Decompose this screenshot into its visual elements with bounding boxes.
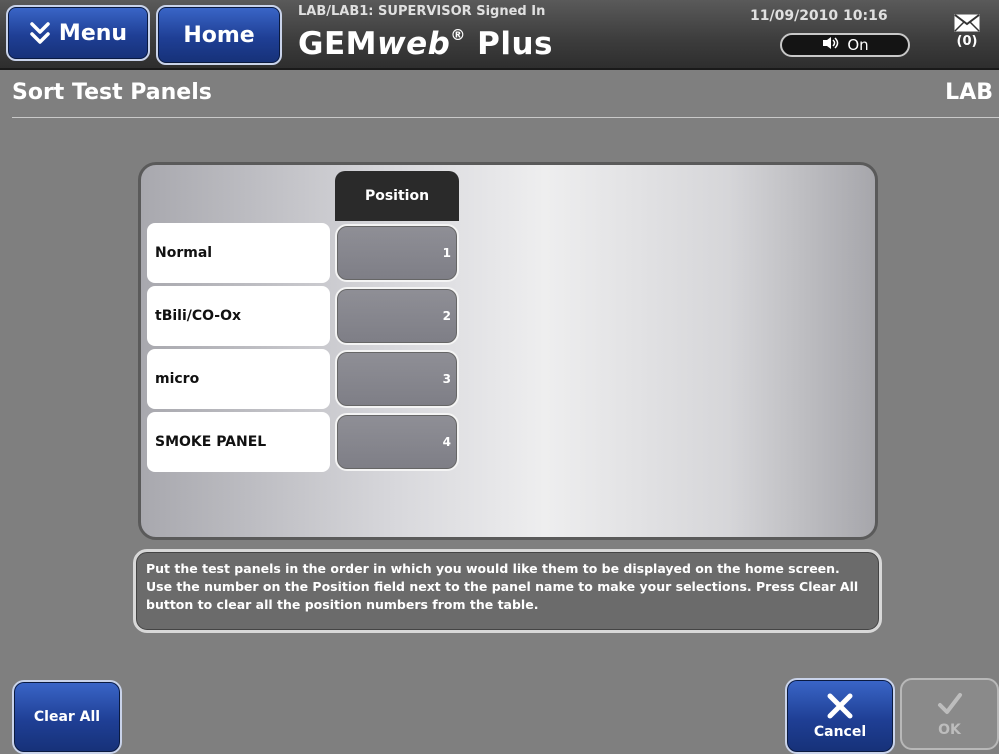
cancel-label: Cancel xyxy=(813,724,867,740)
envelope-icon xyxy=(944,14,990,32)
close-icon xyxy=(826,692,854,724)
brand-prefix: GEM xyxy=(298,26,377,62)
position-field[interactable]: 3 xyxy=(335,350,459,408)
home-button-label: Home xyxy=(183,22,255,48)
panel-name: Normal xyxy=(147,223,330,283)
clear-all-label: Clear All xyxy=(33,709,101,725)
table-row: Normal 1 xyxy=(147,223,597,283)
instructions-box: Put the test panels in the order in whic… xyxy=(133,549,882,633)
position-field[interactable]: 4 xyxy=(335,413,459,471)
brand-registered-mark: ® xyxy=(450,26,466,44)
home-button[interactable]: Home xyxy=(156,5,282,65)
sort-panels-table: Position Normal 1 tBili/CO-Ox 2 micro 3 … xyxy=(138,162,878,540)
table-row: micro 3 xyxy=(147,349,597,409)
signin-status: LAB/LAB1: SUPERVISOR Signed In xyxy=(298,4,546,19)
brand-web: web xyxy=(376,26,451,62)
page-context: LAB xyxy=(945,80,993,105)
speaker-icon xyxy=(821,36,841,54)
position-field[interactable]: 1 xyxy=(335,224,459,282)
position-field[interactable]: 2 xyxy=(335,287,459,345)
page-title: Sort Test Panels xyxy=(12,80,212,105)
checkmark-icon xyxy=(936,690,964,722)
clear-all-button[interactable]: Clear All xyxy=(12,680,122,754)
panel-name: SMOKE PANEL xyxy=(147,412,330,472)
cancel-button[interactable]: Cancel xyxy=(785,678,895,754)
audio-toggle[interactable]: On xyxy=(780,33,910,57)
ok-button[interactable]: OK xyxy=(900,678,999,750)
position-column-header: Position xyxy=(335,171,459,221)
menu-button[interactable]: Menu xyxy=(6,5,150,61)
brand-suffix: Plus xyxy=(465,26,554,62)
title-divider xyxy=(12,117,999,118)
mail-count: (0) xyxy=(956,34,978,49)
top-bar: Menu Home LAB/LAB1: SUPERVISOR Signed In… xyxy=(0,0,999,70)
table-row: tBili/CO-Ox 2 xyxy=(147,286,597,346)
app-brand: GEMweb® Plus xyxy=(298,26,553,62)
mail-button[interactable]: (0) xyxy=(944,14,990,49)
chevron-double-down-icon xyxy=(29,21,51,45)
panel-name: tBili/CO-Ox xyxy=(147,286,330,346)
datetime: 11/09/2010 10:16 xyxy=(750,8,888,24)
audio-toggle-label: On xyxy=(847,36,869,54)
panel-name: micro xyxy=(147,349,330,409)
menu-button-label: Menu xyxy=(58,20,128,46)
ok-label: OK xyxy=(938,722,961,738)
table-row: SMOKE PANEL 4 xyxy=(147,412,597,472)
